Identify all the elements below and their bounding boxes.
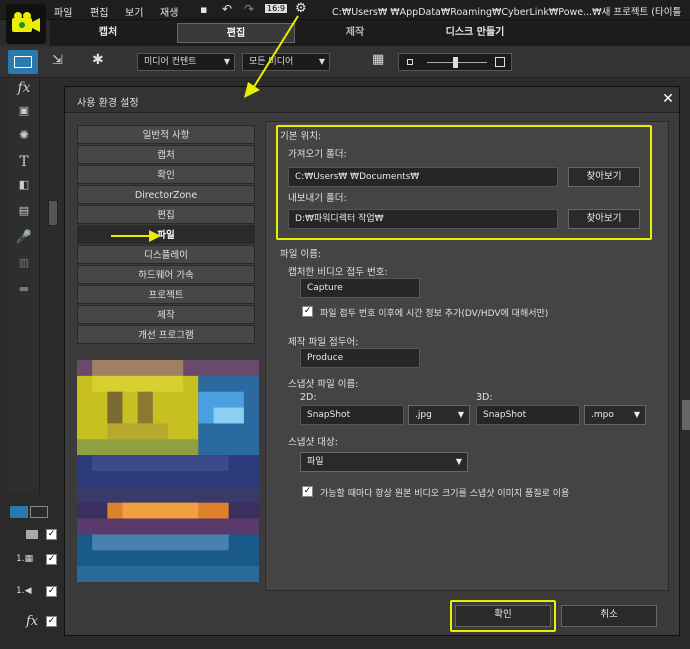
- category-produce[interactable]: 제작: [77, 305, 255, 324]
- save-icon[interactable]: ▪: [200, 3, 207, 16]
- import-media-icon[interactable]: ⇲: [52, 53, 63, 68]
- file-settings-panel: 기본 위치: 가져오기 폴더: C:₩Users₩ ₩Documents₩ 찾아…: [265, 121, 669, 591]
- file-name-heading: 파일 이름:: [280, 249, 322, 260]
- title-room-icon[interactable]: T: [14, 154, 34, 172]
- chevron-down-icon: ▼: [455, 457, 462, 466]
- category-editing[interactable]: 편집: [77, 205, 255, 224]
- video-track-checkbox[interactable]: ✓: [46, 554, 57, 565]
- chevron-down-icon: ▼: [633, 410, 640, 419]
- capture-prefix-field[interactable]: Capture: [300, 278, 420, 298]
- snapshot-target-label: 스냅샷 대상:: [288, 437, 338, 448]
- large-thumb-icon: [495, 57, 505, 67]
- dialog-header: 사용 환경 설정 ✕: [65, 87, 679, 113]
- pip-room-icon[interactable]: ▣: [14, 104, 34, 122]
- room-sidebar: fx ▣ ✺ T ◧ ▤ 🎤 ▥ ▬: [8, 78, 40, 494]
- menu-file[interactable]: 파일: [54, 4, 72, 19]
- chevron-down-icon: ▼: [318, 57, 325, 66]
- undo-icon[interactable]: ↶: [222, 2, 232, 16]
- timeline-track-headers: ✓ 1.▦ ✓ 1.◀ ✓ fx ✓: [0, 498, 64, 649]
- track-lock-icon[interactable]: [26, 530, 38, 539]
- app-logo: [6, 4, 46, 44]
- library-toolbar: ⇲ ✱ 미디어 컨텐트 ▼ 모든 미디어 ▼ ▦: [0, 46, 690, 78]
- slider-handle[interactable]: [453, 57, 458, 68]
- fx-track-checkbox[interactable]: ✓: [46, 616, 57, 627]
- menu-play[interactable]: 재생: [160, 4, 178, 19]
- timeline-view-icon[interactable]: [30, 506, 48, 518]
- produce-prefix-field[interactable]: Produce: [300, 348, 420, 368]
- pixelated-avatar-image: [77, 360, 259, 582]
- category-display[interactable]: 디스플레이: [77, 245, 255, 264]
- track-enable-checkbox[interactable]: ✓: [46, 529, 57, 540]
- snapshot-2d-format-select[interactable]: .jpg ▼: [408, 405, 470, 425]
- video-track-1-icon: 1.▦: [16, 554, 34, 564]
- close-icon[interactable]: ✕: [661, 92, 675, 106]
- chevron-down-icon: ▼: [457, 410, 464, 419]
- audio-mixing-icon[interactable]: ▤: [14, 204, 34, 222]
- fx-track-icon: fx: [26, 614, 39, 629]
- category-hardware-acceleration[interactable]: 하드웨어 가속: [77, 265, 255, 284]
- subtitle-room-icon[interactable]: ▬: [14, 282, 34, 300]
- original-size-checkbox-label: 가능할 때마다 항상 원본 비디오 크기를 스냅샷 이미지 품질로 이용: [320, 489, 570, 499]
- chapter-room-icon[interactable]: ▥: [14, 256, 34, 274]
- snapshot-3d-field[interactable]: SnapShot: [476, 405, 580, 425]
- media-room-tab[interactable]: [8, 50, 38, 74]
- menu-bar: 파일 편집 보기 재생 ▪ ↶ ↷ 16:9 ⚙ C:₩Users₩ ₩AppD…: [0, 0, 690, 20]
- grid-view-icon[interactable]: ▦: [372, 52, 384, 67]
- audio-track-1-icon: 1.◀: [16, 586, 32, 596]
- highlight-box: [450, 600, 556, 632]
- highlight-box: [276, 125, 652, 240]
- produce-prefix-label: 제작 파일 접두어:: [288, 337, 359, 348]
- audio-track-checkbox[interactable]: ✓: [46, 586, 57, 597]
- menu-view[interactable]: 보기: [125, 4, 143, 19]
- menu-edit[interactable]: 편집: [90, 4, 108, 19]
- category-general[interactable]: 일반적 사항: [77, 125, 255, 144]
- original-size-checkbox[interactable]: ✓: [302, 486, 313, 497]
- project-path: C:₩Users₩ ₩AppData₩Roaming₩CyberLink₩Pow…: [332, 7, 682, 18]
- timecode-checkbox-label: 파일 접두 번호 이후에 시간 정보 추가(DV/HDV에 대해서만): [320, 309, 549, 319]
- chevron-down-icon: ▼: [223, 57, 230, 66]
- category-file[interactable]: 파일: [77, 225, 255, 244]
- snapshot-2d-label: 2D:: [300, 392, 317, 403]
- category-project[interactable]: 프로젝트: [77, 285, 255, 304]
- storyboard-icon[interactable]: [10, 506, 28, 518]
- plugin-icon[interactable]: ✱: [92, 52, 104, 68]
- dialog-title: 사용 환경 설정: [77, 98, 139, 109]
- annotation-arrow-icon: [244, 15, 299, 98]
- capture-prefix-label: 캡처한 비디오 접두 번호:: [288, 267, 388, 278]
- category-confirm[interactable]: 확인: [77, 165, 255, 184]
- snapshot-3d-format-select[interactable]: .mpo ▼: [584, 405, 646, 425]
- snapshot-name-label: 스냅샷 파일 이름:: [288, 379, 359, 390]
- preferences-dialog: 사용 환경 설정 ✕ 일반적 사항 캡처 확인 DirectorZone 편집 …: [64, 86, 680, 636]
- tab-produce[interactable]: 제작: [325, 23, 385, 43]
- timecode-checkbox[interactable]: ✓: [302, 306, 313, 317]
- annotation-arrow-icon: [111, 230, 161, 242]
- category-improvement-program[interactable]: 개선 프로그램: [77, 325, 255, 344]
- category-directorzone[interactable]: DirectorZone: [77, 185, 255, 204]
- cancel-button[interactable]: 취소: [561, 605, 657, 627]
- right-scrollbar[interactable]: [682, 400, 690, 430]
- snapshot-target-select[interactable]: 파일 ▼: [300, 452, 468, 472]
- media-room-icon: [14, 56, 32, 68]
- snapshot-2d-field[interactable]: SnapShot: [300, 405, 404, 425]
- category-capture[interactable]: 캡처: [77, 145, 255, 164]
- small-thumb-icon: [407, 59, 413, 65]
- particle-room-icon[interactable]: ✺: [14, 128, 34, 146]
- snapshot-3d-label: 3D:: [476, 392, 493, 403]
- tab-create-disc[interactable]: 디스크 만들기: [430, 23, 520, 43]
- fx-room-icon[interactable]: fx: [14, 80, 34, 98]
- panel-collapse-handle[interactable]: [48, 200, 58, 226]
- category-list: 일반적 사항 캡처 확인 DirectorZone 편집 파일 디스플레이 하드…: [77, 125, 255, 345]
- camera-logo-icon: [12, 12, 40, 32]
- media-content-dropdown[interactable]: 미디어 컨텐트 ▼: [137, 53, 235, 71]
- thumbnail-size-slider[interactable]: [398, 53, 512, 71]
- transition-room-icon[interactable]: ◧: [14, 178, 34, 196]
- voice-over-icon[interactable]: 🎤: [14, 230, 34, 248]
- mode-tab-bar: 캡처 편집 제작 디스크 만들기: [50, 20, 690, 46]
- tab-capture[interactable]: 캡처: [80, 23, 136, 43]
